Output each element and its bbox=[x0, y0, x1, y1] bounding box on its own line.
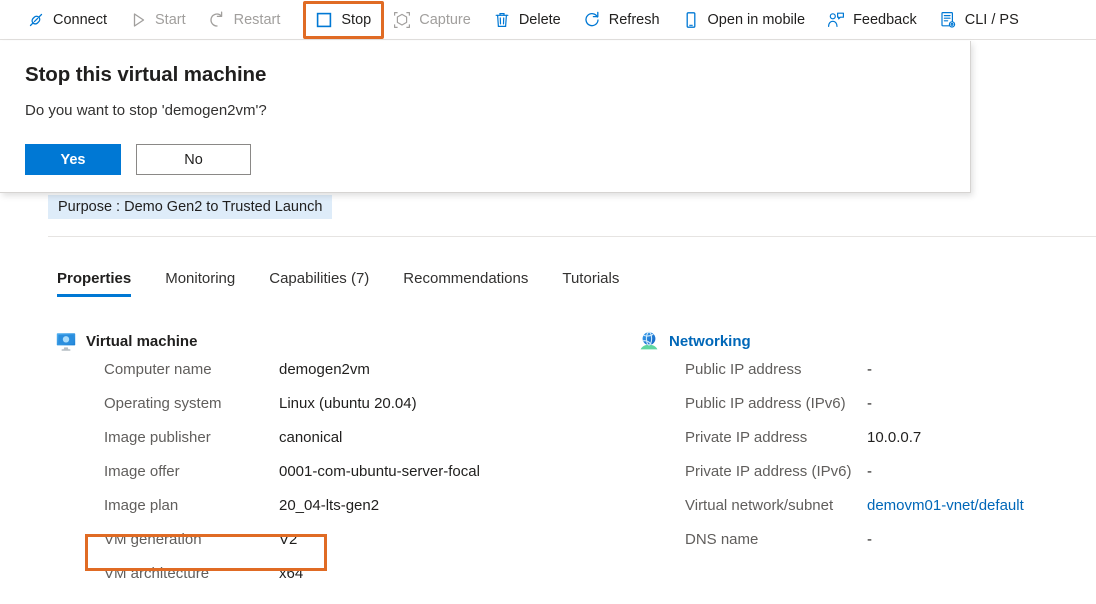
cli-ps-icon bbox=[938, 10, 958, 30]
restart-icon bbox=[207, 10, 227, 30]
dialog-title: Stop this virtual machine bbox=[25, 63, 266, 87]
property-row: Image offer 0001-com-ubuntu-server-focal bbox=[104, 463, 635, 497]
capture-icon bbox=[392, 10, 412, 30]
property-row: Private IP address (IPv6) - bbox=[685, 463, 1088, 497]
stop-button[interactable]: Stop bbox=[303, 1, 384, 39]
dialog-message: Do you want to stop 'demogen2vm'? bbox=[25, 102, 267, 119]
property-key: Image offer bbox=[104, 463, 279, 480]
property-value: Linux (ubuntu 20.04) bbox=[279, 395, 417, 412]
property-value: - bbox=[867, 531, 872, 548]
refresh-button[interactable]: Refresh bbox=[582, 0, 669, 40]
feedback-label: Feedback bbox=[853, 12, 917, 28]
property-key: Computer name bbox=[104, 361, 279, 378]
purpose-tag[interactable]: Purpose : Demo Gen2 to Trusted Launch bbox=[48, 195, 332, 219]
property-value: 20_04-lts-gen2 bbox=[279, 497, 379, 514]
delete-label: Delete bbox=[519, 12, 561, 28]
property-key: Public IP address bbox=[685, 361, 867, 378]
property-value: - bbox=[867, 361, 872, 378]
property-key: Image plan bbox=[104, 497, 279, 514]
networking-properties: Public IP address - Public IP address (I… bbox=[638, 361, 1088, 565]
networking-icon bbox=[638, 330, 660, 352]
property-key: Virtual network/subnet bbox=[685, 497, 867, 514]
property-key: VM generation bbox=[104, 531, 279, 548]
virtual-network-link[interactable]: demovm01-vnet/default bbox=[867, 497, 1024, 514]
connect-button[interactable]: Connect bbox=[26, 0, 116, 40]
tab-tutorials[interactable]: Tutorials bbox=[562, 270, 619, 297]
open-in-mobile-label: Open in mobile bbox=[708, 12, 806, 28]
property-row: Virtual network/subnet demovm01-vnet/def… bbox=[685, 497, 1088, 531]
property-row: DNS name - bbox=[685, 531, 1088, 565]
start-label: Start bbox=[155, 12, 186, 28]
open-in-mobile-button[interactable]: Open in mobile bbox=[681, 0, 815, 40]
property-key: Operating system bbox=[104, 395, 279, 412]
delete-button[interactable]: Delete bbox=[492, 0, 570, 40]
virtual-machine-panel-header: Virtual machine bbox=[55, 330, 635, 352]
property-row: Operating system Linux (ubuntu 20.04) bbox=[104, 395, 635, 429]
property-value: 0001-com-ubuntu-server-focal bbox=[279, 463, 480, 480]
property-row: Private IP address 10.0.0.7 bbox=[685, 429, 1088, 463]
section-divider bbox=[48, 236, 1096, 237]
property-key: VM architecture bbox=[104, 565, 279, 582]
plug-icon bbox=[26, 10, 46, 30]
feedback-button[interactable]: Feedback bbox=[826, 0, 926, 40]
restart-button[interactable]: Restart bbox=[207, 0, 290, 40]
stop-icon bbox=[314, 10, 334, 30]
property-value: - bbox=[867, 395, 872, 412]
networking-panel: Networking Public IP address - Public IP… bbox=[638, 330, 1088, 565]
virtual-machine-panel-title: Virtual machine bbox=[86, 333, 197, 350]
cli-ps-button[interactable]: CLI / PS bbox=[938, 0, 1028, 40]
property-value: - bbox=[867, 463, 872, 480]
property-key: Private IP address bbox=[685, 429, 867, 446]
tab-properties[interactable]: Properties bbox=[57, 270, 131, 297]
property-key: Image publisher bbox=[104, 429, 279, 446]
capture-button[interactable]: Capture bbox=[392, 0, 480, 40]
property-value: x64 bbox=[279, 565, 303, 582]
property-key: Private IP address (IPv6) bbox=[685, 463, 867, 480]
property-row: Image plan 20_04-lts-gen2 bbox=[104, 497, 635, 531]
connect-label: Connect bbox=[53, 12, 107, 28]
command-toolbar: Connect Start Restart Stop bbox=[0, 0, 1096, 40]
dialog-actions: Yes No bbox=[25, 144, 251, 175]
play-icon bbox=[128, 10, 148, 30]
property-row: Public IP address - bbox=[685, 361, 1088, 395]
property-row-vm-generation: VM generation V2 bbox=[104, 531, 635, 565]
property-value: V2 bbox=[279, 531, 297, 548]
yes-button[interactable]: Yes bbox=[25, 144, 121, 175]
mobile-icon bbox=[681, 10, 701, 30]
refresh-label: Refresh bbox=[609, 12, 660, 28]
tab-monitoring[interactable]: Monitoring bbox=[165, 270, 235, 297]
networking-panel-header: Networking bbox=[638, 330, 1088, 352]
property-row: Image publisher canonical bbox=[104, 429, 635, 463]
property-key: Public IP address (IPv6) bbox=[685, 395, 867, 412]
virtual-machine-icon bbox=[55, 330, 77, 352]
cli-ps-label: CLI / PS bbox=[965, 12, 1019, 28]
property-value: 10.0.0.7 bbox=[867, 429, 921, 446]
property-value: demogen2vm bbox=[279, 361, 370, 378]
networking-panel-title[interactable]: Networking bbox=[669, 333, 751, 350]
restart-label: Restart bbox=[234, 12, 281, 28]
stop-vm-confirmation-dialog: Stop this virtual machine Do you want to… bbox=[0, 41, 971, 193]
virtual-machine-properties: Computer name demogen2vm Operating syste… bbox=[55, 361, 635, 599]
feedback-icon bbox=[826, 10, 846, 30]
start-button[interactable]: Start bbox=[128, 0, 195, 40]
tab-recommendations[interactable]: Recommendations bbox=[403, 270, 528, 297]
detail-tabs: Properties Monitoring Capabilities (7) R… bbox=[57, 270, 653, 297]
capture-label: Capture bbox=[419, 12, 471, 28]
property-row: Public IP address (IPv6) - bbox=[685, 395, 1088, 429]
property-row-vm-architecture: VM architecture x64 bbox=[104, 565, 635, 599]
property-key: DNS name bbox=[685, 531, 867, 548]
no-button[interactable]: No bbox=[136, 144, 251, 175]
property-row: Computer name demogen2vm bbox=[104, 361, 635, 395]
trash-icon bbox=[492, 10, 512, 30]
property-value: canonical bbox=[279, 429, 342, 446]
refresh-icon bbox=[582, 10, 602, 30]
stop-label: Stop bbox=[341, 12, 371, 28]
virtual-machine-panel: Virtual machine Computer name demogen2vm… bbox=[55, 330, 635, 599]
tab-capabilities[interactable]: Capabilities (7) bbox=[269, 270, 369, 297]
